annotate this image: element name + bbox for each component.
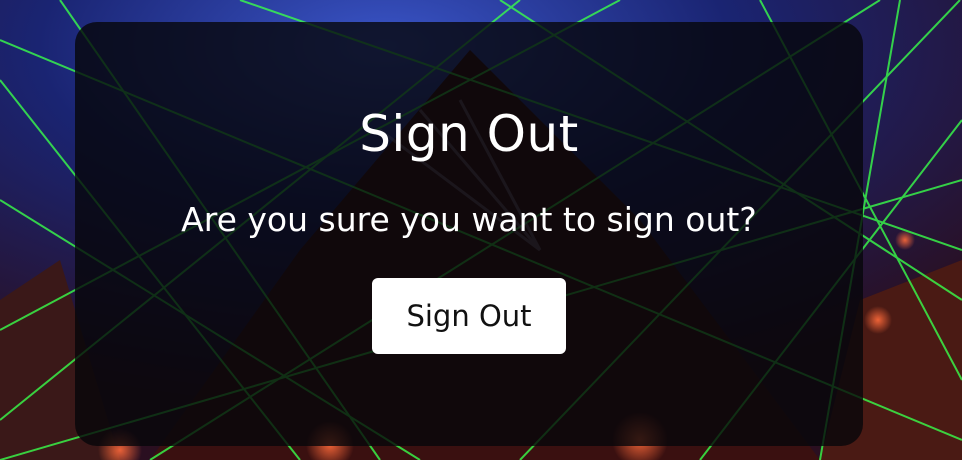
sign-out-button[interactable]: Sign Out [372, 278, 566, 354]
sign-out-dialog: Sign Out Are you sure you want to sign o… [75, 22, 863, 446]
dialog-title: Sign Out [359, 105, 579, 163]
confirmation-message: Are you sure you want to sign out? [181, 200, 757, 239]
